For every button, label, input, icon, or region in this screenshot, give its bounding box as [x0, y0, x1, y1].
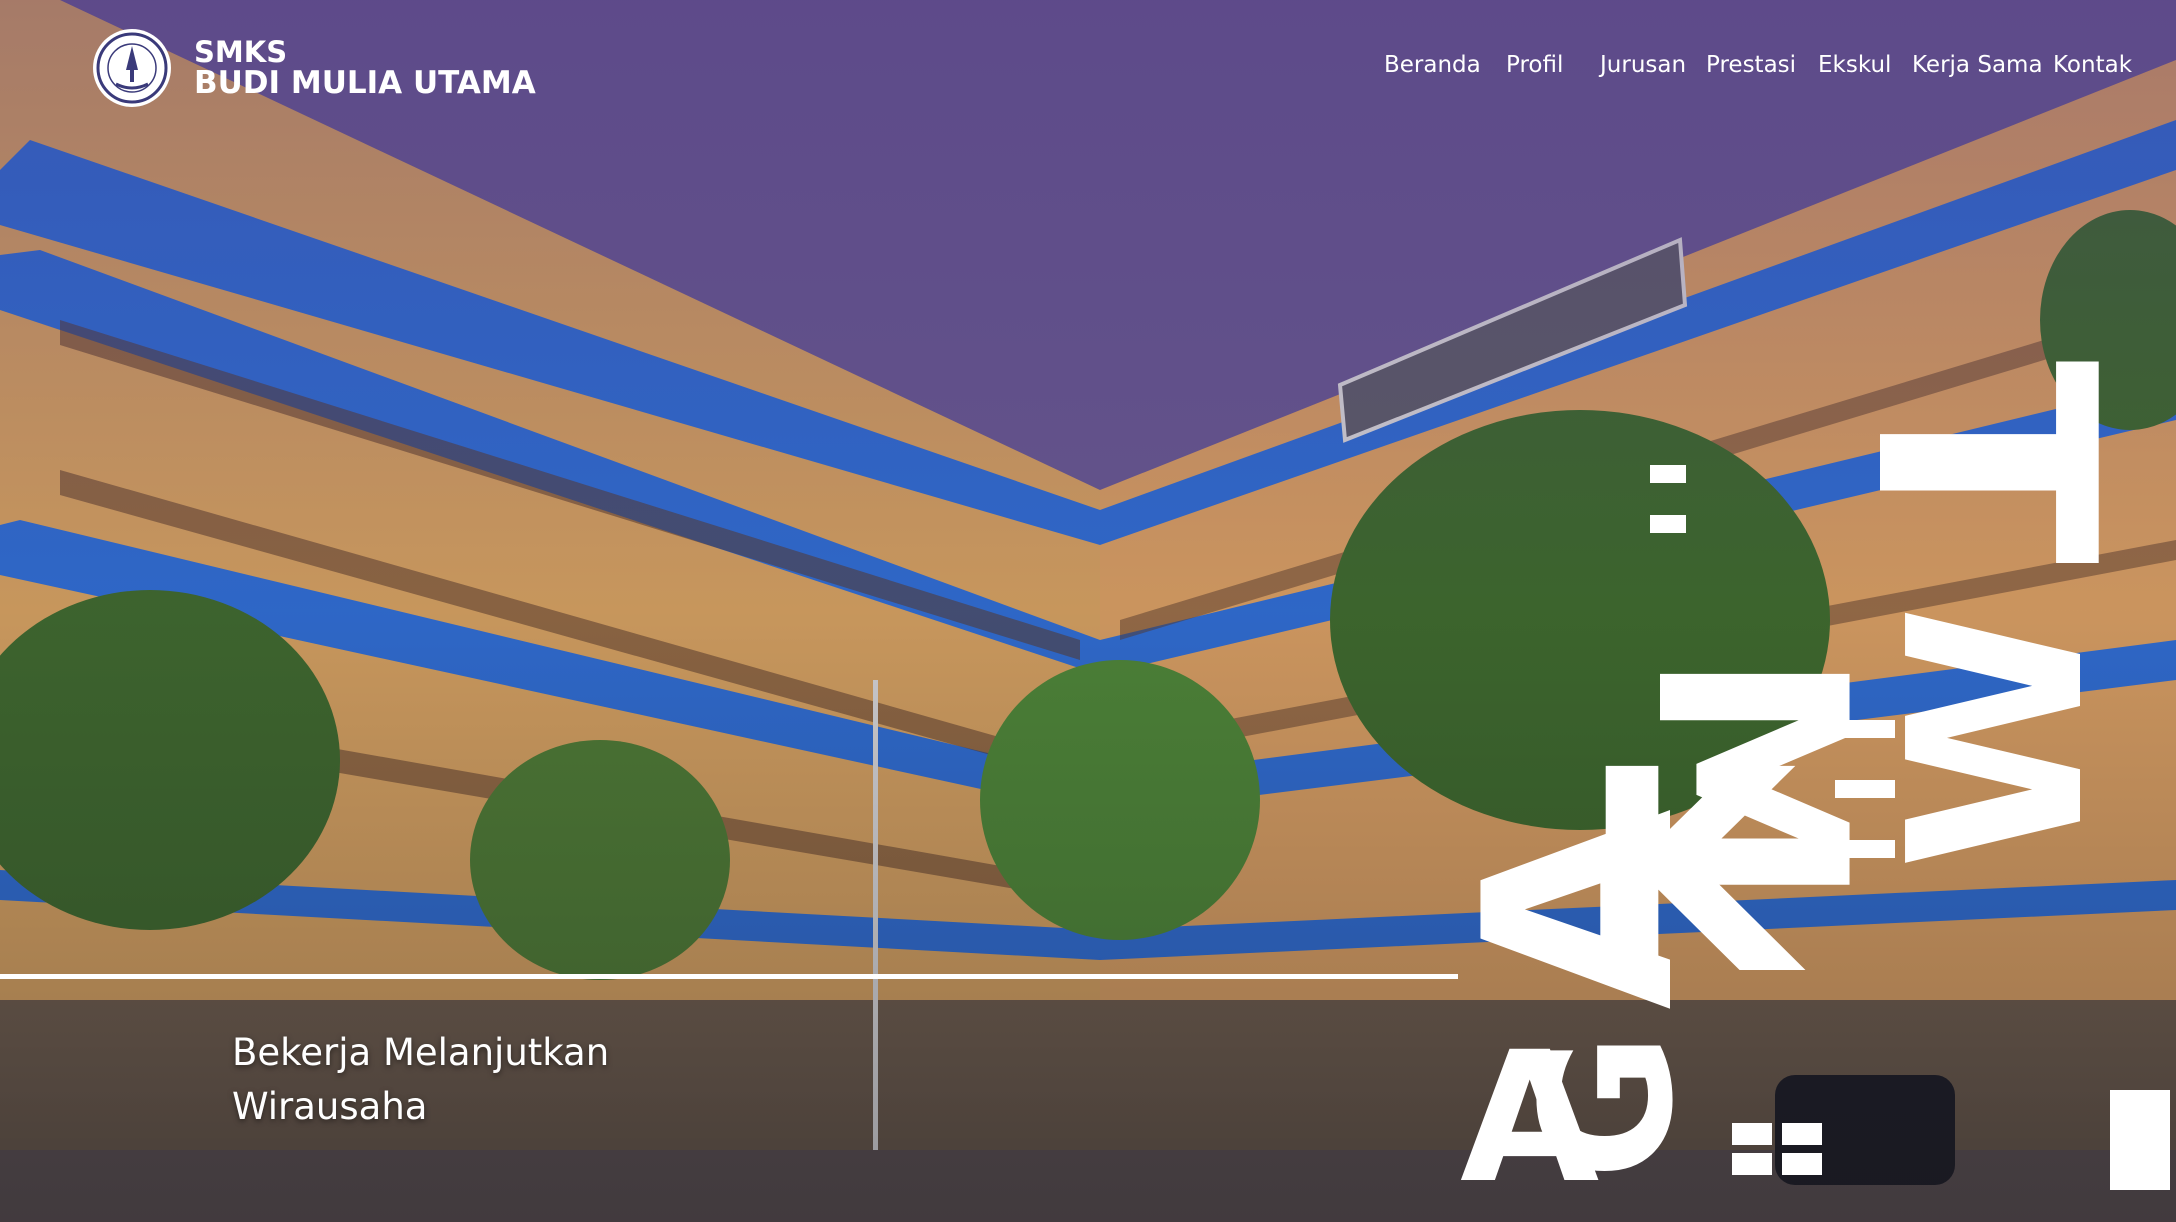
tagline-line2: Wirausaha [232, 1085, 428, 1128]
brand-line1: SMKS [194, 34, 288, 69]
deco-letter-t: T [1809, 360, 2158, 566]
nav-item-kontak[interactable]: Kontak [2053, 52, 2132, 78]
brand-name: SMKS BUDI MULIA UTAMA [194, 34, 536, 101]
tagline-line1: Bekerja Melanjutkan [232, 1031, 610, 1074]
brand-line2: BUDI MULIA UTAMA [194, 64, 536, 101]
nav-item-profil[interactable]: Profil [1506, 52, 1563, 78]
nav-item-beranda[interactable]: Beranda [1384, 52, 1481, 78]
nav-item-ekskul[interactable]: Ekskul [1818, 52, 1891, 78]
deco-letter-g: G [1504, 1032, 1713, 1180]
hero-tagline: Bekerja Melanjutkan Wirausaha [232, 1026, 609, 1134]
divider-line [0, 974, 1458, 979]
main-nav: Beranda Profil Jurusan Prestasi Ekskul K… [1384, 52, 2176, 84]
deco-letter-w: W [1857, 605, 2137, 870]
decorative-letterforms: M K A A G T W [1440, 360, 2170, 1222]
nav-item-jurusan[interactable]: Jurusan [1600, 52, 1686, 78]
nav-item-kerja-sama[interactable]: Kerja Sama [1912, 52, 2043, 78]
nav-item-prestasi[interactable]: Prestasi [1706, 52, 1796, 78]
school-crest-icon [93, 29, 171, 107]
hero-section: SMKS BUDI MULIA UTAMA Beranda Profil Jur… [0, 0, 2176, 1222]
brand-logo[interactable]: SMKS BUDI MULIA UTAMA [90, 26, 536, 110]
deco-letter-a2: A [1440, 807, 1732, 1010]
